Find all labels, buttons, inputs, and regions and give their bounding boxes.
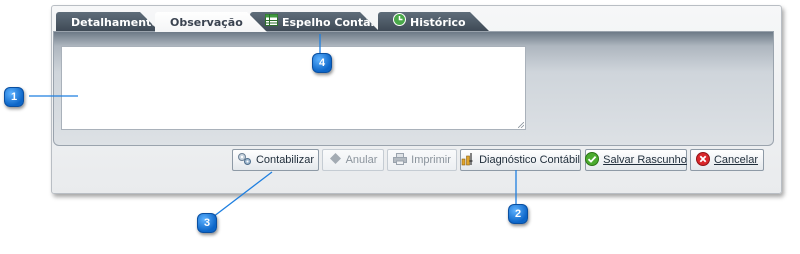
callout-2: 2 <box>508 204 528 224</box>
tab-label: Observação <box>170 16 243 29</box>
callout-1: 1 <box>4 87 24 107</box>
callout-4: 4 <box>312 53 332 73</box>
callout-3: 3 <box>197 213 217 233</box>
callout-leaders <box>29 34 517 221</box>
